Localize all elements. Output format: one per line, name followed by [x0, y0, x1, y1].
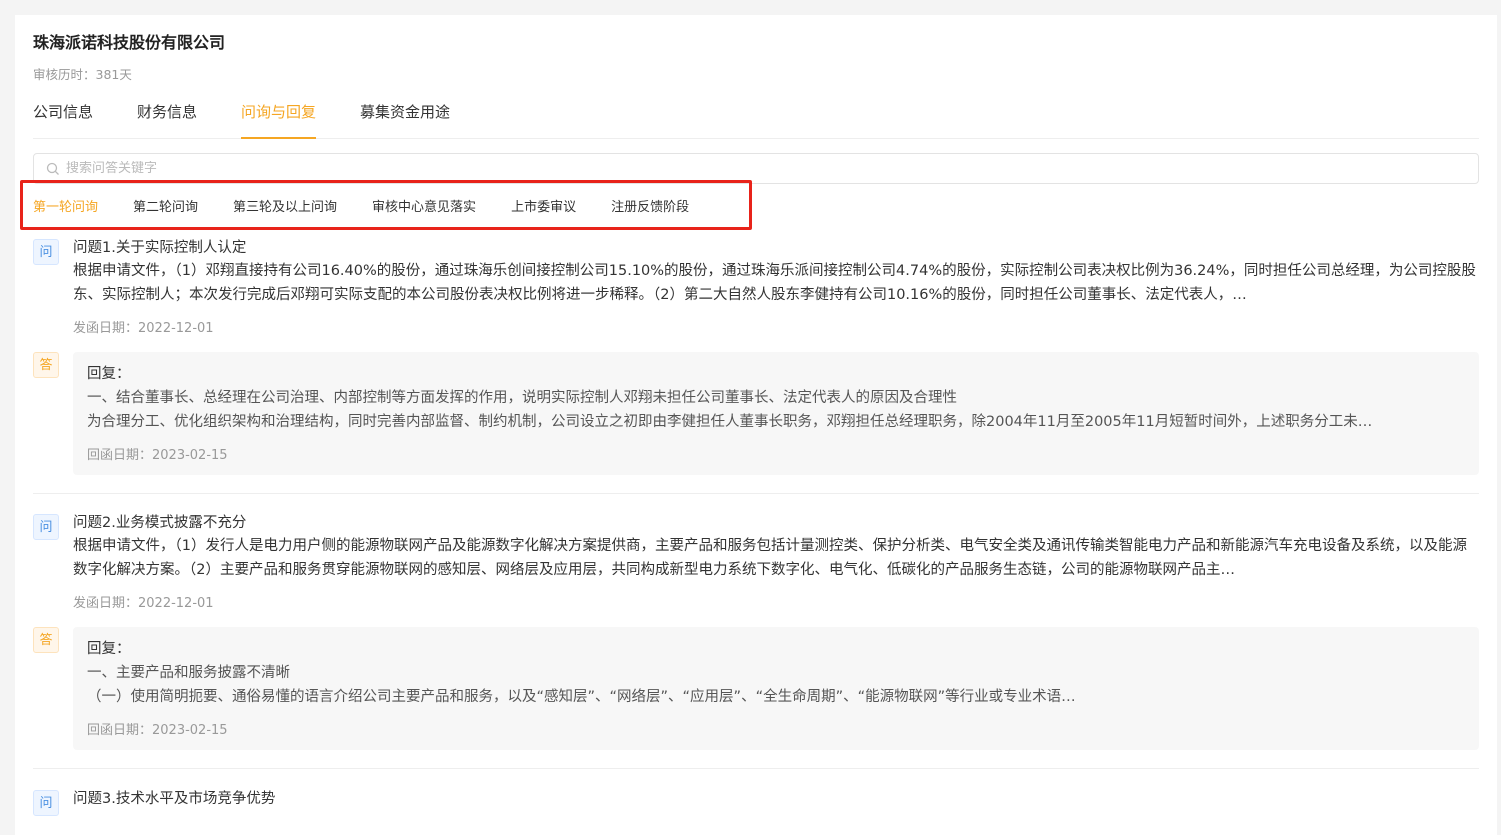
- subtab-round-3-plus[interactable]: 第三轮及以上问询: [233, 196, 337, 215]
- company-name: 珠海派诺科技股份有限公司: [33, 33, 226, 52]
- qa-item: 问 问题1.关于实际控制人认定 根据申请文件，（1）邓翔直接持有公司16.40%…: [33, 237, 1479, 494]
- search-icon: [46, 162, 59, 175]
- answer-badge-icon: 答: [33, 627, 59, 653]
- reply-label: 回复：: [87, 366, 131, 382]
- question-text: 根据申请文件，（1）邓翔直接持有公司16.40%的股份，通过珠海乐创间接控制公司…: [73, 263, 1476, 303]
- subtab-listing-committee[interactable]: 上市委审议: [511, 196, 576, 215]
- question-badge-icon: 问: [33, 514, 59, 540]
- reply-box: 答 回复： 一、结合董事长、总经理在公司治理、内部控制等方面发挥的作用，说明实际…: [33, 352, 1479, 475]
- search-input[interactable]: [66, 161, 1355, 176]
- divider: [33, 768, 1479, 769]
- reply-box: 答 回复： 一、主要产品和服务披露不清晰 （一）使用简明扼要、通俗易懂的语言介绍…: [33, 627, 1479, 750]
- company-detail-card: 珠海派诺科技股份有限公司 审核历时：381天 公司信息 财务信息 问询与回复 募…: [15, 15, 1497, 835]
- subtab-round-1[interactable]: 第一轮问询: [33, 196, 98, 215]
- subtab-round-2[interactable]: 第二轮问询: [133, 196, 198, 215]
- reply-line: 一、结合董事长、总经理在公司治理、内部控制等方面发挥的作用，说明实际控制人邓翔未…: [87, 390, 957, 406]
- round-tabs: 第一轮问询 第二轮问询 第三轮及以上问询 审核中心意见落实 上市委审议 注册反馈…: [20, 180, 752, 230]
- main-tabs: 公司信息 财务信息 问询与回复 募集资金用途: [33, 101, 1479, 139]
- question-title[interactable]: 问题3.技术水平及市场竞争优势: [73, 788, 1479, 810]
- reply-line: 为合理分工、优化组织架构和治理结构，同时完善内部监督、制约机制，公司设立之初即由…: [87, 414, 1373, 430]
- answer-badge-icon: 答: [33, 352, 59, 378]
- question-text: 根据申请文件，（1）发行人是电力用户侧的能源物联网产品及能源数字化解决方案提供商…: [73, 538, 1467, 578]
- subtab-registration-feedback[interactable]: 注册反馈阶段: [611, 196, 689, 215]
- tab-financial-info[interactable]: 财务信息: [137, 101, 197, 139]
- question-badge-icon: 问: [33, 239, 59, 265]
- subtab-review-center[interactable]: 审核中心意见落实: [372, 196, 476, 215]
- review-duration: 审核历时：381天: [33, 67, 132, 82]
- sent-date: 发函日期：2022-12-01: [73, 596, 214, 611]
- divider: [33, 493, 1479, 494]
- question-badge-icon: 问: [33, 790, 59, 816]
- tab-fund-use[interactable]: 募集资金用途: [360, 101, 450, 139]
- tab-inquiry-reply[interactable]: 问询与回复: [241, 101, 317, 139]
- qa-item: 问 问题3.技术水平及市场竞争优势: [33, 788, 1479, 816]
- reply-label: 回复：: [87, 641, 131, 657]
- qa-item: 问 问题2.业务模式披露不充分 根据申请文件，（1）发行人是电力用户侧的能源物联…: [33, 512, 1479, 769]
- reply-line: 一、主要产品和服务披露不清晰: [87, 665, 290, 681]
- sent-date: 发函日期：2022-12-01: [73, 321, 214, 336]
- question-title[interactable]: 问题2.业务模式披露不充分: [73, 512, 1479, 534]
- question-title[interactable]: 问题1.关于实际控制人认定: [73, 237, 1479, 259]
- reply-date: 回函日期：2023-02-15: [87, 448, 228, 463]
- reply-date: 回函日期：2023-02-15: [87, 723, 228, 738]
- reply-line: （一）使用简明扼要、通俗易懂的语言介绍公司主要产品和服务，以及“感知层”、“网络…: [87, 689, 1076, 705]
- tab-company-info[interactable]: 公司信息: [33, 101, 93, 139]
